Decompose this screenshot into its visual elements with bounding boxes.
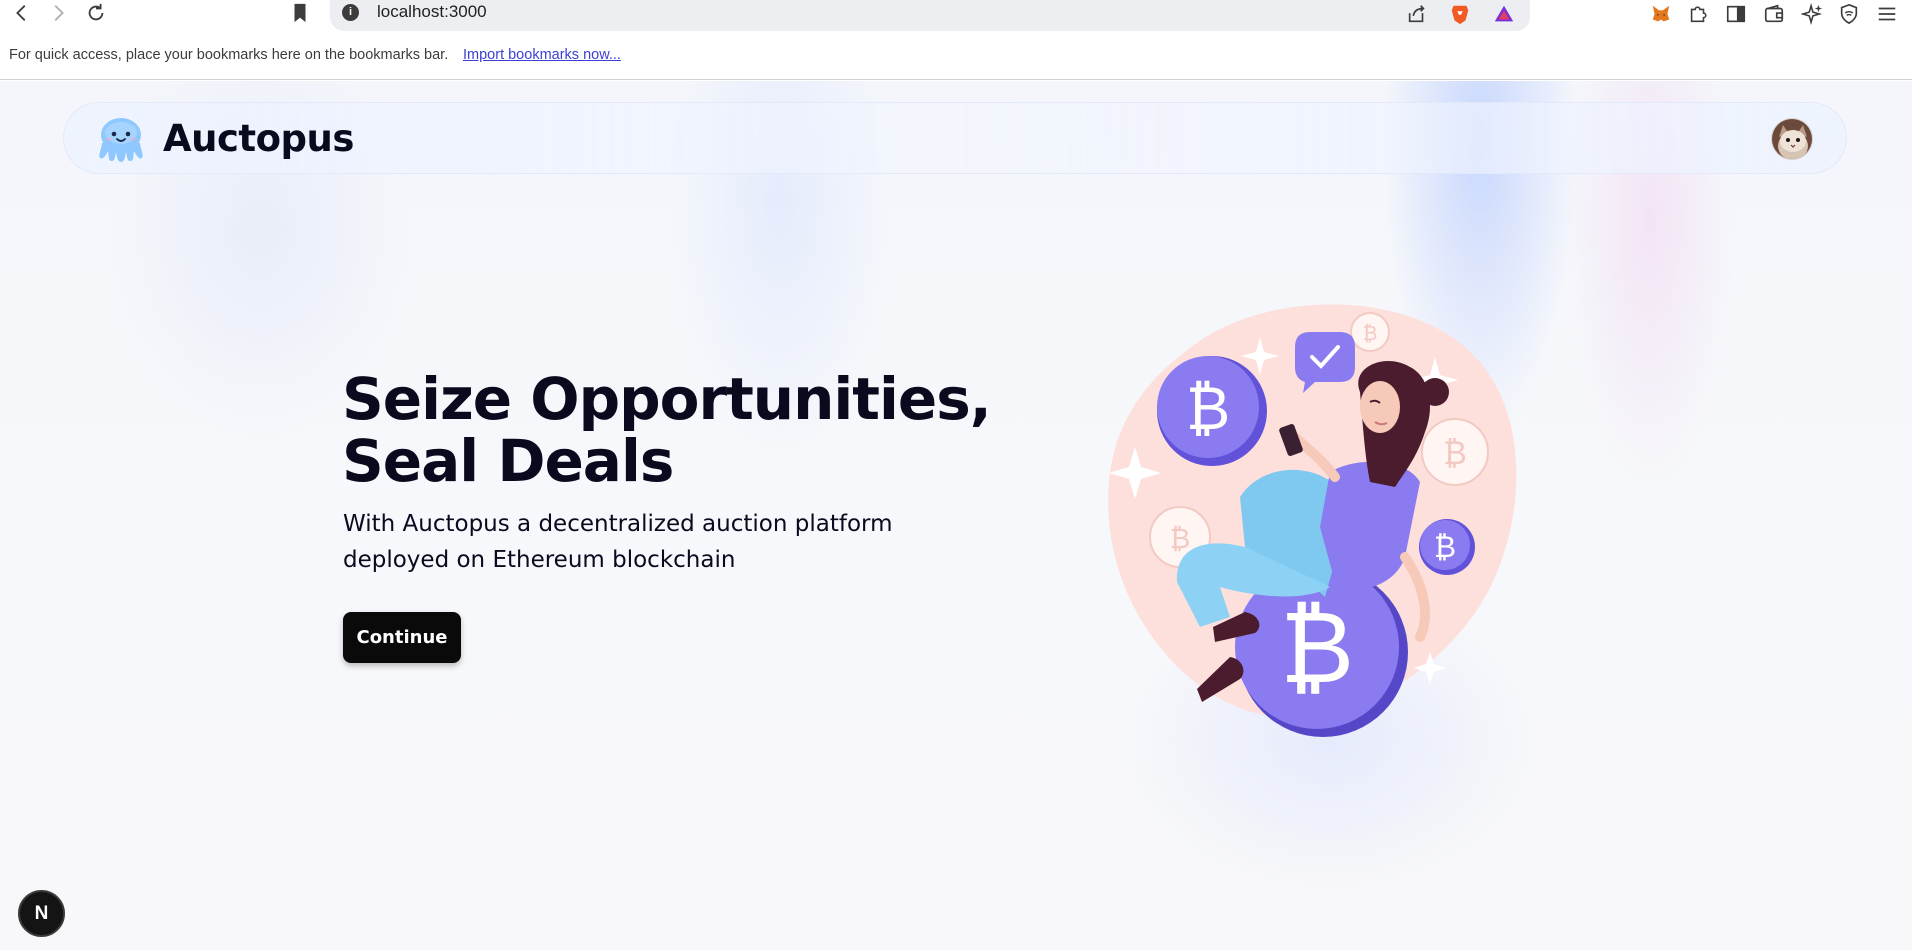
back-button[interactable]: [8, 0, 36, 26]
share-button[interactable]: [1404, 1, 1430, 27]
rewards-triangle-icon: [1494, 5, 1514, 22]
brave-rewards-button[interactable]: [1491, 1, 1517, 27]
reload-button[interactable]: [82, 0, 110, 26]
svg-text:₿: ₿: [1170, 522, 1191, 555]
svg-text:₿: ₿: [1363, 321, 1378, 345]
nextjs-logo-icon: N: [34, 902, 49, 924]
address-text[interactable]: localhost:3000: [377, 2, 487, 22]
site-navbar: Auctopus: [63, 102, 1847, 174]
continue-button[interactable]: Continue: [343, 612, 461, 663]
puzzle-icon: [1690, 6, 1707, 23]
shield-icon: [1840, 3, 1858, 25]
share-icon: [1408, 5, 1425, 23]
browser-toolbar: i localhost:3000: [0, 0, 1912, 34]
wallet-icon: [1764, 4, 1784, 23]
hero-title-line-2: Seal Deals: [342, 427, 674, 495]
menu-button[interactable]: [1872, 0, 1902, 28]
forward-arrow-icon: [54, 5, 64, 21]
svg-text:₿: ₿: [1186, 374, 1230, 444]
bookmark-button[interactable]: [286, 0, 314, 26]
back-arrow-icon: [16, 5, 26, 21]
hero-title: Seize Opportunities, Seal Deals: [342, 368, 1042, 492]
reload-icon: [88, 3, 104, 21]
octopus-logo-icon[interactable]: [96, 115, 146, 163]
metamask-fox-icon: [1652, 5, 1670, 22]
nextjs-dev-indicator[interactable]: N: [18, 890, 65, 937]
bookmark-icon: [294, 3, 306, 23]
brand-name[interactable]: Auctopus: [163, 117, 354, 160]
site-info-icon[interactable]: i: [342, 4, 359, 21]
sparkle-icon: [1801, 3, 1823, 25]
bitcoin-woman-illustration: ₿ ₿ ₿ ₿ ₿ ₿: [1108, 304, 1517, 737]
extensions-button[interactable]: [1683, 0, 1713, 28]
vpn-button[interactable]: [1834, 0, 1864, 28]
wallet-button[interactable]: [1759, 0, 1789, 28]
svg-text:₿: ₿: [1443, 434, 1467, 472]
hero-title-line-1: Seize Opportunities,: [342, 365, 992, 433]
sidebar-button[interactable]: [1721, 0, 1751, 28]
import-bookmarks-link[interactable]: Import bookmarks now...: [463, 47, 621, 63]
avatar-cat-icon: [1772, 119, 1812, 159]
svg-text:₿: ₿: [1280, 589, 1354, 706]
bookmarks-bar: For quick access, place your bookmarks h…: [0, 34, 1912, 80]
leo-ai-button[interactable]: [1797, 0, 1827, 28]
sidebar-icon: [1726, 5, 1746, 23]
user-avatar[interactable]: [1771, 118, 1813, 160]
address-bar[interactable]: i localhost:3000: [330, 0, 1530, 31]
hamburger-menu-icon: [1878, 7, 1896, 21]
svg-text:₿: ₿: [1434, 530, 1456, 565]
bookmarks-message: For quick access, place your bookmarks h…: [9, 47, 449, 63]
brave-lion-icon: [1451, 5, 1469, 25]
hero-subtitle: With Auctopus a decentralized auction pl…: [343, 511, 893, 573]
metamask-extension[interactable]: [1646, 0, 1676, 28]
forward-button[interactable]: [44, 0, 72, 26]
brave-shields-button[interactable]: [1447, 1, 1473, 27]
page-content: Auctopus Seize Opportunities, Seal Deals…: [0, 81, 1912, 950]
